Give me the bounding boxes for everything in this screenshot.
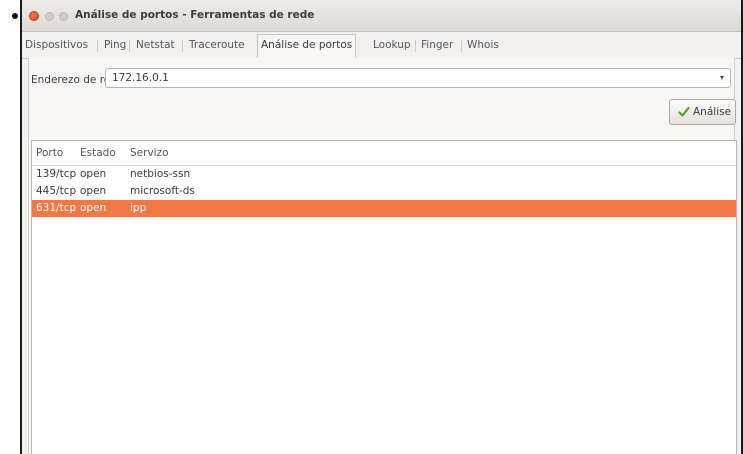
table-row[interactable]: 445/tcp open microsoft-ds: [32, 183, 736, 200]
maximize-window-button[interactable]: [59, 12, 68, 21]
state-cell: open: [80, 185, 107, 197]
analyse-button[interactable]: Análise: [669, 99, 736, 125]
tab-lookup[interactable]: Lookup: [370, 35, 414, 56]
tab-whois[interactable]: Whois: [464, 35, 502, 56]
title-bar[interactable]: Análise de portos - Ferramentas de rede: [22, 0, 741, 32]
port-cell: 631/tcp: [36, 202, 77, 214]
address-value[interactable]: 172.16.0.1: [112, 72, 169, 84]
tab-panel: Enderezo de rede: 172.16.0.1 ▾ Análise P…: [28, 58, 737, 454]
window-title: Análise de portos - Ferramentas de rede: [75, 9, 315, 21]
tab-separator: [415, 40, 416, 52]
tab-dispositivos[interactable]: Dispositivos: [22, 35, 91, 56]
table-row-selected[interactable]: 631/tcp open ipp: [32, 200, 736, 217]
column-header-port[interactable]: Porto: [36, 147, 63, 159]
screen: Análise de portos - Ferramentas de rede …: [0, 0, 743, 454]
column-header-service[interactable]: Servizo: [130, 147, 169, 159]
results-list[interactable]: Porto Estado Servizo 139/tcp open netbio…: [31, 140, 737, 454]
service-cell: microsoft-ds: [130, 185, 195, 197]
table-row[interactable]: 139/tcp open netbios-ssn: [32, 166, 736, 183]
tab-separator: [461, 40, 462, 52]
address-combobox[interactable]: 172.16.0.1 ▾: [105, 68, 731, 88]
column-header-state[interactable]: Estado: [80, 147, 116, 159]
analyse-button-label: Análise: [693, 106, 732, 118]
tab-bar: Dispositivos Ping Netstat Traceroute Aná…: [22, 32, 741, 59]
app-window: Análise de portos - Ferramentas de rede …: [20, 0, 743, 454]
tab-traceroute[interactable]: Traceroute: [186, 35, 248, 56]
tab-separator: [97, 40, 98, 52]
close-window-button[interactable]: [29, 11, 39, 21]
tab-finger[interactable]: Finger: [418, 35, 456, 56]
tab-separator: [182, 40, 183, 52]
port-cell: 139/tcp: [36, 168, 77, 180]
service-cell: ipp: [130, 202, 147, 214]
dropdown-arrow-icon[interactable]: ▾: [720, 73, 724, 82]
tab-separator: [129, 40, 130, 52]
tab-ping[interactable]: Ping: [101, 35, 129, 56]
minimize-window-button[interactable]: [45, 12, 54, 21]
tab-netstat[interactable]: Netstat: [133, 35, 178, 56]
port-cell: 445/tcp: [36, 185, 77, 197]
check-icon: [678, 106, 690, 117]
results-header: Porto Estado Servizo: [32, 141, 736, 166]
tab-analise-de-portos[interactable]: Análise de portos: [257, 34, 357, 58]
state-cell: open: [80, 202, 107, 214]
service-cell: netbios-ssn: [130, 168, 191, 180]
state-cell: open: [80, 168, 107, 180]
list-bullet: [12, 13, 18, 19]
